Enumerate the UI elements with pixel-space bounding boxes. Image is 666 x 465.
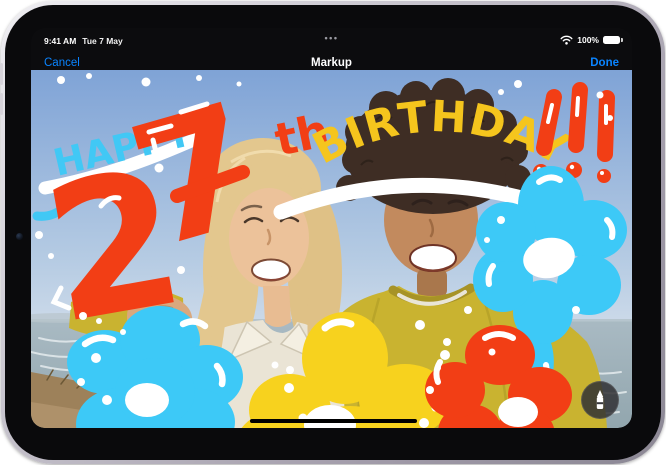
- page-title: Markup: [31, 56, 632, 70]
- screenshot: 9:41 AM Tue 7 May 100% •••: [0, 0, 666, 465]
- done-button[interactable]: Done: [590, 56, 619, 70]
- photo-markup-canvas[interactable]: HAPPY 2 7: [31, 70, 632, 428]
- ipad-device-frame: 9:41 AM Tue 7 May 100% •••: [1, 1, 665, 464]
- ipad-screen: 9:41 AM Tue 7 May 100% •••: [31, 28, 632, 428]
- smile-left: [252, 260, 290, 282]
- pen-icon: [592, 389, 608, 411]
- volume-up-button: [0, 63, 3, 85]
- home-indicator[interactable]: [250, 419, 417, 423]
- smile-right: [410, 245, 456, 272]
- overflow-menu-dots[interactable]: •••: [31, 34, 632, 43]
- birthday-photo[interactable]: HAPPY 2 7: [31, 70, 632, 428]
- ipad-bezel: 9:41 AM Tue 7 May 100% •••: [5, 5, 661, 460]
- volume-down-button: [0, 93, 3, 115]
- front-camera-icon: [16, 233, 23, 240]
- pen-tool-button[interactable]: [581, 381, 619, 419]
